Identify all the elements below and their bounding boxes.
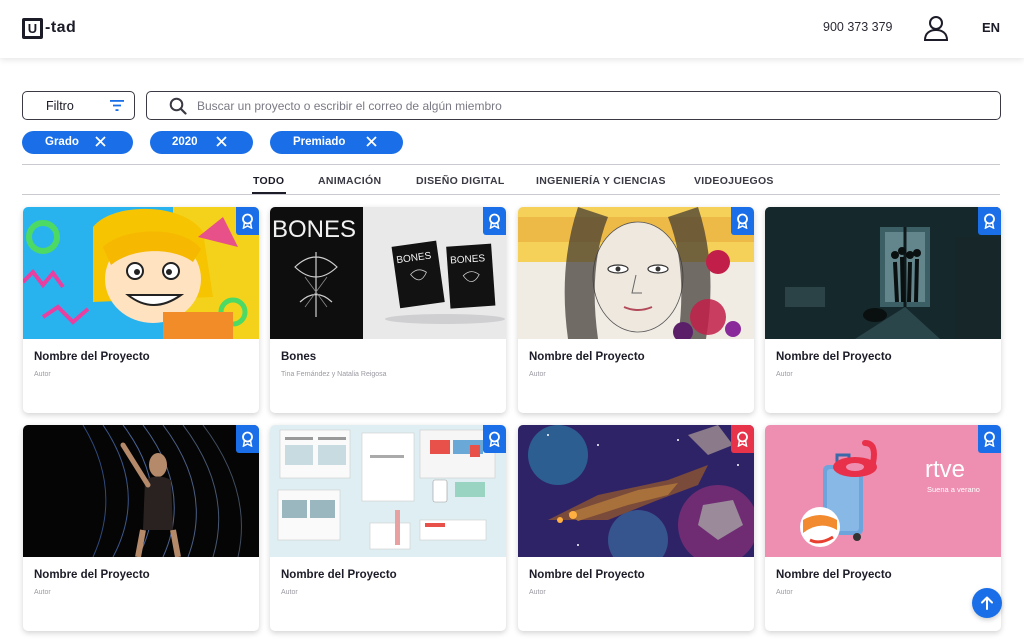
close-icon[interactable] <box>216 136 227 147</box>
card-title: Bones <box>281 351 317 363</box>
tab-animacion[interactable]: ANIMACIÓN <box>318 175 381 187</box>
tab-diseno-digital[interactable]: DISEÑO DIGITAL <box>416 175 505 187</box>
award-badge <box>483 425 506 453</box>
card-author: Autor <box>776 589 793 596</box>
chip-label: 2020 <box>172 136 198 148</box>
award-icon <box>737 213 748 229</box>
award-icon <box>242 213 253 229</box>
search-box <box>146 91 1001 120</box>
award-badge <box>731 425 754 453</box>
award-icon <box>737 431 748 447</box>
card-author: Autor <box>281 589 298 596</box>
card-title: Nombre del Proyecto <box>281 569 397 581</box>
project-card[interactable]: Nombre del Proyecto Autor <box>765 207 1001 413</box>
phone-number[interactable]: 900 373 379 <box>823 20 893 34</box>
project-thumbnail <box>518 207 754 339</box>
award-badge <box>483 207 506 235</box>
project-card[interactable]: Nombre del Proyecto Autor <box>23 207 259 413</box>
utad-logo[interactable]: U -tad <box>22 17 76 39</box>
rtve-logo-text: rtve <box>925 456 965 483</box>
card-author: Autor <box>34 589 51 596</box>
card-author: Autor <box>776 371 793 378</box>
user-icon[interactable] <box>922 14 950 42</box>
language-toggle[interactable]: EN <box>982 20 1000 35</box>
logo-text: -tad <box>45 19 77 36</box>
card-title: Nombre del Proyecto <box>529 351 645 363</box>
filter-icon <box>110 100 124 111</box>
project-thumbnail <box>23 207 259 339</box>
rtve-tagline: Suena a verano <box>927 485 980 494</box>
award-badge <box>978 425 1001 453</box>
chip-premiado[interactable]: Premiado <box>270 131 403 154</box>
card-title: Nombre del Proyecto <box>776 569 892 581</box>
divider <box>22 164 1000 165</box>
divider <box>22 194 1000 195</box>
project-thumbnail: BONES BONES BONES <box>270 207 506 339</box>
project-thumbnail: rtve Suena a verano <box>765 425 1001 557</box>
card-title: Nombre del Proyecto <box>34 569 150 581</box>
close-icon[interactable] <box>366 136 377 147</box>
card-title: Nombre del Proyecto <box>529 569 645 581</box>
chip-label: Premiado <box>293 136 346 148</box>
project-thumbnail <box>765 207 1001 339</box>
award-badge <box>236 207 259 235</box>
award-badge <box>731 207 754 235</box>
tab-ingenieria-ciencias[interactable]: INGENIERÍA Y CIENCIAS <box>536 175 666 187</box>
project-card[interactable]: BONES BONES BONES Bones Tina Fernández y… <box>270 207 506 413</box>
tab-videojuegos[interactable]: VIDEOJUEGOS <box>694 175 774 187</box>
award-icon <box>984 431 995 447</box>
filter-button[interactable]: Filtro <box>22 91 135 120</box>
top-header: U -tad 900 373 379 EN <box>0 0 1024 58</box>
card-author: Autor <box>529 589 546 596</box>
award-icon <box>242 431 253 447</box>
project-thumbnail <box>270 425 506 557</box>
tab-todo[interactable]: TODO <box>253 175 284 187</box>
card-title: Nombre del Proyecto <box>34 351 150 363</box>
award-icon <box>489 213 500 229</box>
card-author: Tina Fernández y Natalia Reigosa <box>281 371 387 378</box>
project-thumbnail <box>518 425 754 557</box>
arrow-up-icon <box>981 596 993 610</box>
award-badge <box>236 425 259 453</box>
logo-box: U <box>22 17 43 39</box>
project-thumbnail <box>23 425 259 557</box>
chip-grado[interactable]: Grado <box>22 131 133 154</box>
chip-label: Grado <box>45 136 79 148</box>
project-card[interactable]: Nombre del Proyecto Autor <box>270 425 506 631</box>
card-author: Autor <box>529 371 546 378</box>
award-icon <box>984 213 995 229</box>
close-icon[interactable] <box>95 136 106 147</box>
project-card[interactable]: Nombre del Proyecto Autor <box>518 425 754 631</box>
project-card[interactable]: Nombre del Proyecto Autor <box>23 425 259 631</box>
scroll-to-top-button[interactable] <box>972 588 1002 618</box>
card-title: Nombre del Proyecto <box>776 351 892 363</box>
award-badge <box>978 207 1001 235</box>
card-author: Autor <box>34 371 51 378</box>
poster-title: BONES <box>272 216 356 243</box>
filter-label: Filtro <box>46 98 74 113</box>
project-card[interactable]: Nombre del Proyecto Autor <box>518 207 754 413</box>
search-input[interactable] <box>197 94 987 117</box>
chip-2020[interactable]: 2020 <box>150 131 253 154</box>
award-icon <box>489 431 500 447</box>
project-card[interactable]: rtve Suena a verano Nombre del Proyecto … <box>765 425 1001 631</box>
search-icon <box>169 97 187 115</box>
